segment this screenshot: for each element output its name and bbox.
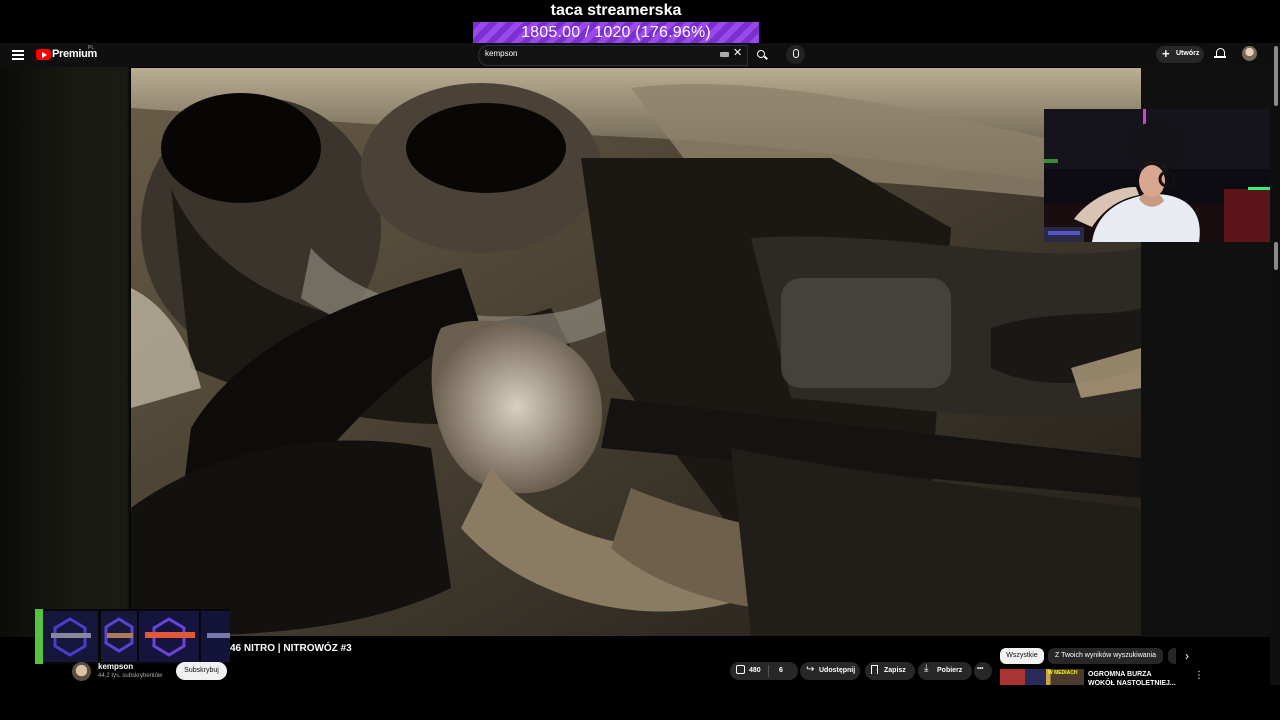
skins-overlay xyxy=(35,609,230,664)
search-box[interactable] xyxy=(478,45,748,66)
page-scrollbar[interactable] xyxy=(1270,43,1280,685)
share-label: Udostępnij xyxy=(819,667,856,674)
goal-progress-bar: 1805.00 / 1020 (176.96%) xyxy=(473,22,759,43)
channel-avatar[interactable] xyxy=(72,662,91,681)
dislike-count[interactable]: 6 xyxy=(779,667,783,674)
voice-search-button[interactable] xyxy=(786,45,805,64)
search-button[interactable] xyxy=(748,45,774,64)
like-divider xyxy=(768,665,769,677)
plus-icon: + xyxy=(1162,46,1170,61)
video-frame-image xyxy=(131,68,1141,636)
download-label: Pobierz xyxy=(937,667,963,674)
account-avatar[interactable] xyxy=(1242,46,1257,61)
notifications-bell-icon[interactable] xyxy=(1216,48,1225,56)
video-player[interactable] xyxy=(131,68,1141,636)
webcam-image xyxy=(1044,109,1270,242)
chip-from-search[interactable]: Z Twoich wyników wyszukiwania xyxy=(1048,648,1163,664)
mic-icon xyxy=(793,49,799,58)
thumbnail-text: W MEDIACH xyxy=(1048,670,1078,676)
save-label: Zapisz xyxy=(884,667,906,674)
like-count: 480 xyxy=(749,667,761,674)
bookmark-icon xyxy=(871,665,878,674)
download-icon: ⤓ xyxy=(924,663,929,674)
create-label: Utwórz xyxy=(1176,50,1200,57)
chevron-right-icon[interactable]: › xyxy=(1185,649,1189,663)
recommendation-thumbnail[interactable]: W MEDIACH xyxy=(1000,669,1084,685)
logo-country-code: PL xyxy=(88,45,95,51)
youtube-logo-icon[interactable] xyxy=(36,49,51,60)
thumbs-up-icon xyxy=(736,665,745,674)
streamer-webcam xyxy=(1044,109,1270,242)
chip-all[interactable]: Wszystkie xyxy=(1000,648,1044,664)
subscribe-button[interactable]: Subskrybuj xyxy=(176,662,227,680)
keyboard-icon[interactable] xyxy=(720,52,729,57)
channel-name[interactable]: kempson xyxy=(98,662,133,671)
share-icon: ↪ xyxy=(806,664,815,675)
search-input[interactable] xyxy=(485,49,705,58)
chip-partial[interactable] xyxy=(1168,648,1176,664)
more-actions-icon: ••• xyxy=(977,666,984,672)
scrollbar-thumb[interactable] xyxy=(1274,46,1278,106)
recommendation-menu-icon[interactable]: ⋮ xyxy=(1194,670,1204,681)
menu-icon[interactable] xyxy=(12,48,24,60)
video-title: 46 NITRO | NITROWÓZ #3 xyxy=(230,643,352,654)
clear-search-icon[interactable]: ✕ xyxy=(733,46,742,59)
bell-base xyxy=(1214,56,1226,58)
skins-overlay-image xyxy=(35,609,230,664)
goal-title: taca streamerska xyxy=(550,2,682,19)
bottom-letterbox xyxy=(0,685,1280,720)
scrollbar-thumb-secondary[interactable] xyxy=(1274,242,1278,270)
subscriber-count: 44,2 tys. subskrybentów xyxy=(98,673,163,679)
